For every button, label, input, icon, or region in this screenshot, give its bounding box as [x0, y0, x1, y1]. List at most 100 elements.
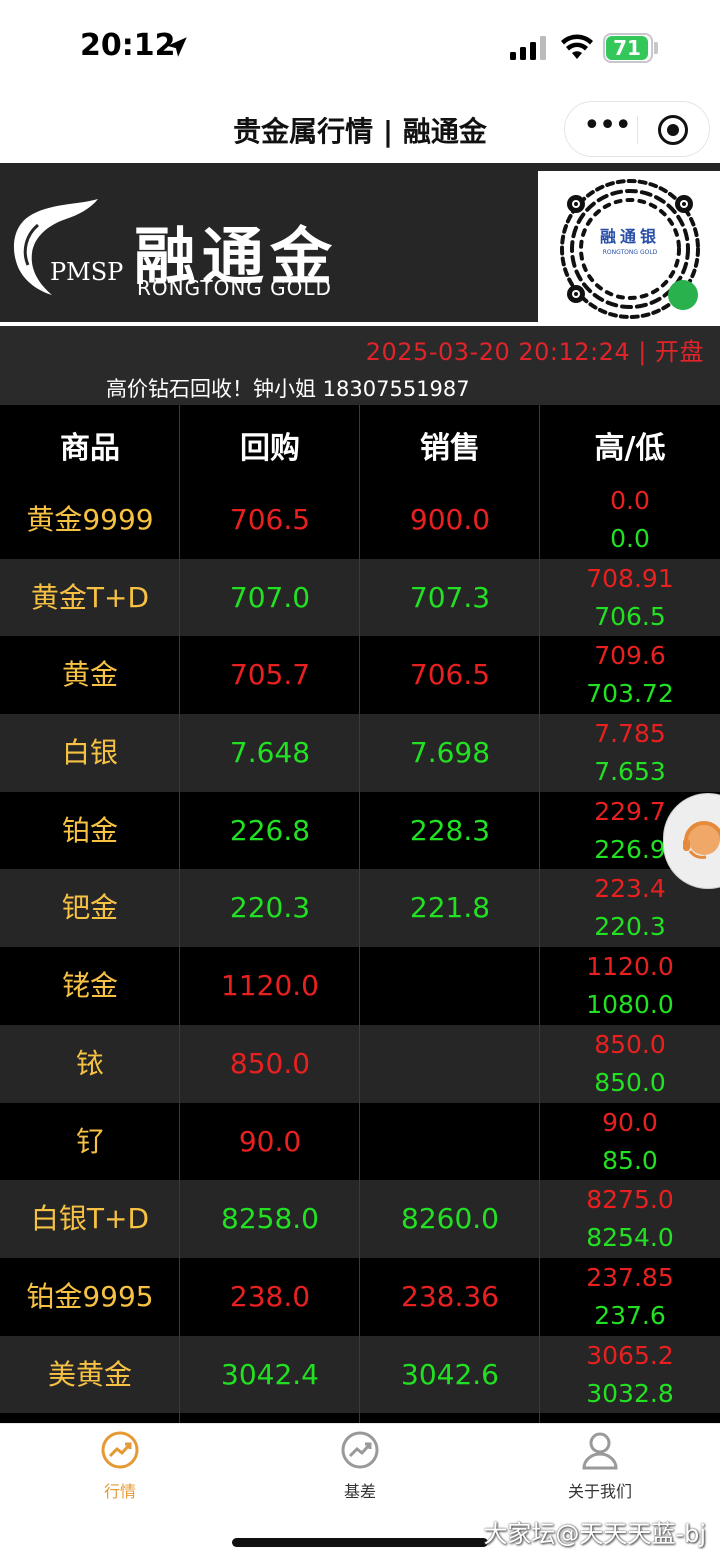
- header-sell: 销售: [420, 431, 480, 466]
- product-name: 钯金: [61, 891, 118, 925]
- nav-bar: 贵金属行情 | 融通金 •••: [0, 95, 720, 163]
- qr-center-en: RONGTONG GOLD: [602, 249, 658, 256]
- table-row: 铂金 226.8 228.3 229.7 226.9: [0, 791, 720, 870]
- header-product: 商品: [60, 431, 120, 466]
- low-price: 8254.0: [586, 1223, 674, 1253]
- close-miniprogram-icon[interactable]: [658, 115, 688, 145]
- sell-price: 221.8: [409, 891, 491, 925]
- buyback-price: 7.648: [229, 736, 311, 770]
- header-buyback: 回购: [240, 431, 300, 466]
- sell-price: [360, 1025, 540, 1103]
- home-indicator: [232, 1538, 488, 1547]
- buyback-price: 226.8: [229, 813, 311, 847]
- watermark: 大家坛@天天天蓝-bj: [483, 1520, 706, 1548]
- high-price: 237.85: [586, 1262, 674, 1292]
- tab-label: 行情: [103, 1482, 136, 1501]
- product-name: 钌: [75, 1124, 104, 1158]
- buyback-price: 238.0: [229, 1279, 311, 1313]
- sell-price: 8260.0: [401, 1202, 499, 1236]
- link-badge-icon: [668, 280, 698, 310]
- product-name: 白银: [61, 736, 118, 770]
- table-row: 黄金 705.7 706.5 709.6 703.72: [0, 636, 720, 715]
- low-price: 850.0: [594, 1067, 666, 1097]
- low-price: 237.6: [594, 1300, 666, 1330]
- buyback-price: 220.3: [229, 891, 311, 925]
- product-name: 黄金: [61, 658, 118, 692]
- tab-label: 基差: [343, 1482, 376, 1501]
- high-price: 708.91: [586, 563, 674, 593]
- more-icon[interactable]: •••: [583, 111, 632, 145]
- tab-market[interactable]: 行情: [60, 1430, 180, 1502]
- mini-program-capsule: •••: [564, 101, 710, 157]
- high-price: 90.0: [602, 1107, 658, 1137]
- update-time: 2025-03-20 20:12:24 | 开盘: [365, 338, 704, 366]
- buyback-price: 90.0: [238, 1124, 302, 1158]
- table-row: 铑金 1120.0 1120.0 1080.0: [0, 947, 720, 1025]
- header-high-low: 高/低: [594, 431, 666, 466]
- sell-price: 238.36: [401, 1279, 499, 1313]
- table-row: 美黄金 3042.4 3042.6 3065.2 3032.8: [0, 1335, 720, 1414]
- high-price: 0.0: [610, 486, 650, 515]
- product-name: 美黄金: [47, 1357, 132, 1391]
- sell-price: 900.0: [409, 503, 491, 536]
- low-price: 220.3: [594, 912, 666, 942]
- product-name: 白银T+D: [30, 1202, 150, 1236]
- product-name: 铱: [75, 1046, 104, 1080]
- high-price: 709.6: [594, 641, 666, 671]
- brand-name-en: RONGTONG GOLD: [137, 276, 332, 300]
- table-row: 白银T+D 8258.0 8260.0 8275.0 8254.0: [0, 1180, 720, 1258]
- high-price: 1120.0: [586, 952, 674, 982]
- buyback-price: 705.7: [229, 658, 311, 692]
- low-price: 1080.0: [586, 990, 674, 1020]
- trend-circle-icon: [101, 1431, 139, 1469]
- qr-center-cn: 融通银: [599, 227, 660, 246]
- wifi-icon: [561, 34, 593, 59]
- table-row: 黄金T+D 707.0 707.3 708.91 706.5: [0, 558, 720, 637]
- table-row: 铂金9995 238.0 238.36 237.85 237.6: [0, 1257, 720, 1336]
- buyback-price: 706.5: [229, 503, 311, 536]
- table-row: 白银 7.648 7.698 7.785 7.653: [0, 714, 720, 792]
- low-price: 0.0: [610, 524, 650, 553]
- column-divider: [359, 405, 360, 1423]
- location-arrow-icon: [167, 37, 187, 57]
- sell-price: 707.3: [409, 580, 491, 614]
- sell-price: [360, 947, 540, 1025]
- high-price: 3065.2: [586, 1340, 674, 1370]
- capsule-divider: [637, 116, 638, 144]
- table-header: 商品 回购 销售 高/低: [0, 405, 720, 481]
- sell-price: 706.5: [409, 658, 491, 692]
- headset-icon: [683, 821, 720, 859]
- low-price: 706.5: [594, 601, 666, 631]
- product-name: 黄金T+D: [30, 580, 150, 614]
- low-price: 85.0: [602, 1145, 658, 1175]
- sell-price: [360, 1103, 540, 1181]
- buyback-price: 850.0: [229, 1046, 311, 1080]
- product-name: 铑金: [61, 969, 118, 1003]
- status-time: 20:12: [80, 28, 176, 63]
- column-divider: [179, 405, 180, 1423]
- trend-circle-icon: [341, 1431, 379, 1469]
- table-body: 黄金9999 706.5 900.0 0.0 0.0 黄金T+D 707.0 707.3 708…: [0, 481, 720, 1414]
- cellular-signal-icon: [510, 36, 546, 60]
- tab-about[interactable]: 关于我们: [540, 1430, 660, 1502]
- table-row: 黄金9999 706.5 900.0 0.0 0.0: [0, 481, 720, 559]
- low-price: 3032.8: [586, 1378, 674, 1408]
- price-table: 商品 回购 销售 高/低 黄金9999 706.5 900.0 0.0 0.0 黄金T+D…: [0, 405, 720, 1423]
- sell-price: 3042.6: [401, 1357, 499, 1391]
- product-name: 黄金9999: [26, 503, 154, 536]
- buyback-price: 3042.4: [221, 1357, 319, 1391]
- column-divider: [539, 405, 540, 1423]
- table-row: 铱 850.0 850.0 850.0: [0, 1024, 720, 1103]
- status-bar: 20:12 71: [0, 0, 720, 95]
- low-price: 703.72: [586, 679, 674, 709]
- buyback-price: 8258.0: [221, 1202, 319, 1236]
- user-icon: [582, 1432, 618, 1470]
- tab-basis[interactable]: 基差: [300, 1430, 420, 1502]
- low-price: 7.653: [594, 757, 666, 787]
- battery-level: 71: [606, 36, 648, 60]
- table-row: 钌 90.0 90.0 85.0: [0, 1102, 720, 1181]
- table-row: 钯金 220.3 221.8 223.4 220.3: [0, 869, 720, 948]
- battery-tip: [654, 42, 658, 54]
- buyback-price: 707.0: [229, 580, 311, 614]
- tab-label: 关于我们: [567, 1482, 632, 1501]
